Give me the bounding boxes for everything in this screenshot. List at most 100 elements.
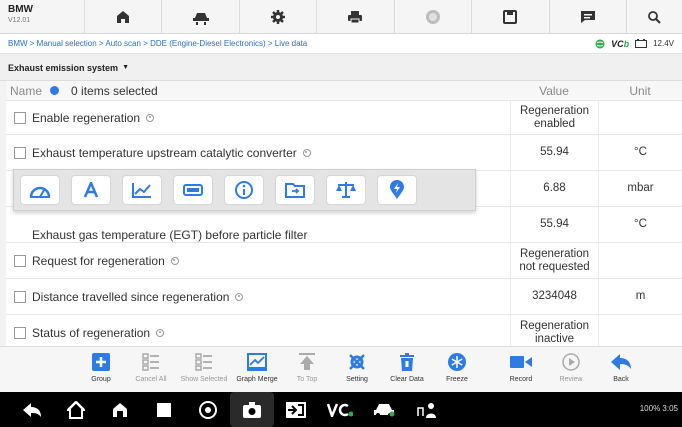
info-icon[interactable] (302, 148, 311, 157)
gauge-mode-button[interactable] (20, 175, 60, 205)
help-button[interactable] (393, 0, 471, 33)
graph-merge-button[interactable]: Graph Merge (232, 347, 282, 392)
line-chart-icon (132, 183, 151, 198)
group-label: Group (91, 376, 111, 383)
car-app-button[interactable] (362, 392, 406, 427)
folder-button[interactable] (275, 175, 315, 205)
screenshot-icon (286, 401, 306, 418)
home-button[interactable] (84, 0, 161, 33)
row-value: 3234048 (510, 279, 598, 314)
compare-button[interactable] (326, 175, 366, 205)
table-row[interactable]: Enable regeneration Regeneration enabled (6, 101, 682, 135)
table-row[interactable]: Request for regeneration Regeneration no… (6, 243, 682, 279)
row-name-cell: Exhaust gas temperature (EGT) before par… (6, 207, 510, 242)
plus-box-icon (92, 353, 110, 371)
row-name: Exhaust temperature upstream catalytic c… (32, 145, 297, 160)
tools-icon (349, 354, 365, 370)
function-bar: Group Cancel All Show Selected Graph Mer… (0, 346, 682, 392)
browser-button[interactable] (186, 392, 230, 427)
show-selected-button[interactable]: Show Selected (176, 347, 232, 392)
row-checkbox[interactable] (14, 326, 26, 339)
table-row[interactable]: Exhaust gas temperature (EGT) before par… (6, 207, 682, 243)
print-button[interactable] (316, 0, 393, 33)
row-unit: °C (598, 207, 682, 242)
breadcrumb[interactable]: BMW > Manual selection > Auto scan > DDE… (8, 39, 595, 48)
selection-indicator-icon[interactable] (50, 86, 60, 95)
vci-manager-button[interactable] (318, 392, 362, 427)
info-icon[interactable] (146, 113, 155, 122)
vci-label: VCb (611, 38, 630, 49)
back-button[interactable]: Back (596, 347, 646, 392)
info-icon[interactable] (235, 292, 244, 301)
gauge-icon (29, 186, 51, 198)
row-name: Request for regeneration (32, 253, 165, 268)
info-button[interactable] (224, 175, 264, 205)
setting-label: Setting (346, 376, 368, 383)
recent-apps-button[interactable] (142, 392, 186, 427)
list-check-icon (195, 353, 212, 371)
battery-percent: 100% (639, 404, 661, 413)
header-unit: Unit (629, 83, 651, 98)
table-row[interactable]: Distance travelled since regeneration 32… (6, 279, 682, 315)
record-button[interactable]: Record (496, 347, 546, 392)
to-top-button[interactable]: To Top (282, 347, 332, 392)
section-title: Exhaust emission system (8, 62, 119, 73)
row-checkbox[interactable] (14, 146, 26, 159)
row-checkbox[interactable] (14, 290, 26, 303)
row-unit (598, 243, 682, 278)
trash-icon (400, 353, 414, 371)
row-name: Enable regeneration (32, 110, 141, 125)
status-area: 100% 3:05 (640, 404, 678, 413)
info-icon[interactable] (170, 256, 179, 265)
clear-data-button[interactable]: Clear Data (382, 347, 432, 392)
freeze-button[interactable]: Freeze (432, 347, 482, 392)
pin-button[interactable] (377, 175, 417, 205)
record-label: Record (509, 376, 533, 383)
system-back-button[interactable] (10, 392, 54, 427)
system-desktop-button[interactable] (98, 392, 142, 427)
save-icon (503, 9, 518, 24)
vehicle-button[interactable] (161, 0, 238, 33)
folder-icon (285, 183, 305, 198)
review-button[interactable]: Review (546, 347, 596, 392)
group-button[interactable]: Group (76, 347, 126, 392)
header-name: Name (10, 83, 43, 98)
system-selector[interactable]: Exhaust emission system ▼ (0, 55, 682, 81)
row-checkbox[interactable] (14, 111, 26, 124)
graph-mode-button[interactable] (122, 175, 162, 205)
bar-icon (183, 184, 203, 196)
row-unit: mbar (598, 171, 682, 206)
row-checkbox[interactable] (14, 254, 26, 267)
cancel-all-button[interactable]: Cancel All (126, 347, 176, 392)
save-button[interactable] (471, 0, 548, 33)
house-icon (113, 402, 127, 417)
camera-button[interactable] (230, 392, 274, 427)
settings-button[interactable] (238, 0, 316, 33)
row-value: 55.94 (510, 207, 598, 242)
arrow-up-icon (299, 353, 315, 370)
graph-merge-label: Graph Merge (236, 376, 278, 383)
row-value: Regeneration not requested (510, 243, 598, 278)
message-button[interactable] (548, 0, 626, 33)
live-data-table: Name 0 items selected Value Unit Enable … (6, 81, 682, 351)
remote-app-button[interactable] (406, 392, 450, 427)
row-value: 55.94 (510, 135, 598, 170)
review-label: Review (559, 376, 583, 383)
row-value: 6.88 (510, 171, 598, 206)
bar-mode-button[interactable] (173, 175, 213, 205)
camera-icon (243, 401, 261, 418)
chat-icon (580, 10, 595, 23)
row-unit (598, 101, 682, 134)
chrome-icon (199, 400, 217, 419)
system-home-button[interactable] (54, 392, 98, 427)
text-mode-button[interactable] (71, 175, 111, 205)
header-name-cell: Name 0 items selected (6, 84, 510, 98)
freeze-label: Freeze (446, 376, 468, 383)
search-button[interactable] (625, 0, 682, 33)
row-unit: m (598, 279, 682, 314)
info-icon[interactable] (156, 328, 165, 337)
screen-capture-button[interactable] (274, 392, 318, 427)
table-row[interactable]: Exhaust temperature upstream catalytic c… (6, 135, 682, 171)
setting-button[interactable]: Setting (332, 347, 382, 392)
battery-icon (635, 39, 648, 48)
